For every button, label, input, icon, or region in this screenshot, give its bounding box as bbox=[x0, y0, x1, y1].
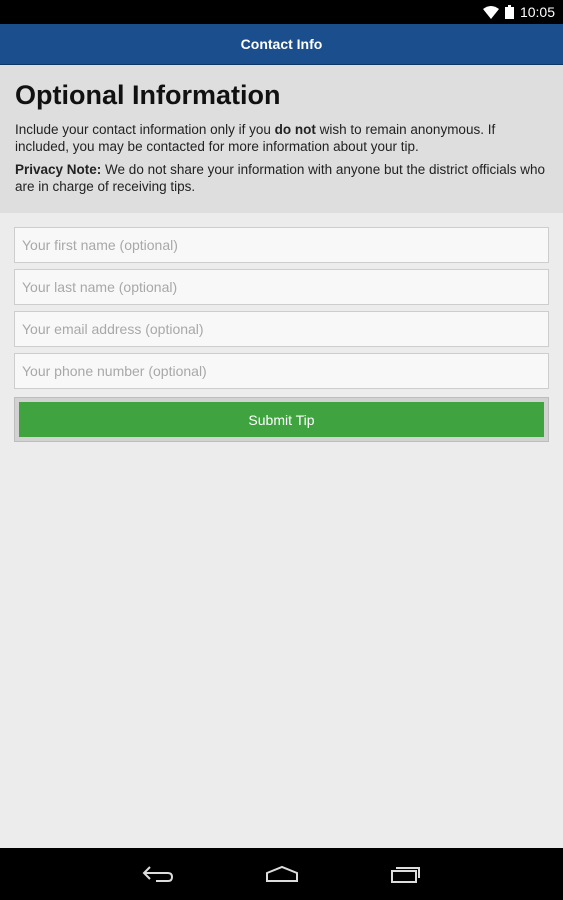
recents-icon[interactable] bbox=[388, 859, 424, 889]
system-nav-bar bbox=[0, 848, 563, 900]
intro-text-start: Include your contact information only if… bbox=[15, 122, 275, 137]
intro-text-emphasis: do not bbox=[274, 122, 316, 137]
first-name-field[interactable] bbox=[22, 228, 548, 262]
privacy-note-label: Privacy Note: bbox=[15, 162, 102, 177]
app-bar: Contact Info bbox=[0, 24, 563, 65]
contact-form: Submit Tip bbox=[14, 227, 549, 442]
intro-text: Include your contact information only if… bbox=[15, 121, 548, 155]
info-panel: Optional Information Include your contac… bbox=[0, 65, 563, 213]
app-bar-title: Contact Info bbox=[240, 36, 323, 52]
phone-field-container bbox=[14, 353, 549, 389]
status-bar: 10:05 bbox=[0, 0, 563, 24]
phone-field[interactable] bbox=[22, 354, 548, 388]
privacy-note: Privacy Note: We do not share your infor… bbox=[15, 161, 548, 195]
last-name-field-container bbox=[14, 269, 549, 305]
back-icon[interactable] bbox=[140, 859, 176, 889]
email-field[interactable] bbox=[22, 312, 548, 346]
status-time: 10:05 bbox=[519, 4, 555, 20]
first-name-field-container bbox=[14, 227, 549, 263]
home-icon[interactable] bbox=[264, 859, 300, 889]
last-name-field[interactable] bbox=[22, 270, 548, 304]
wifi-icon bbox=[482, 5, 499, 19]
submit-tip-button[interactable]: Submit Tip bbox=[19, 402, 544, 437]
email-field-container bbox=[14, 311, 549, 347]
submit-button-frame: Submit Tip bbox=[14, 397, 549, 442]
battery-icon bbox=[504, 5, 514, 19]
page-title: Optional Information bbox=[15, 80, 281, 110]
